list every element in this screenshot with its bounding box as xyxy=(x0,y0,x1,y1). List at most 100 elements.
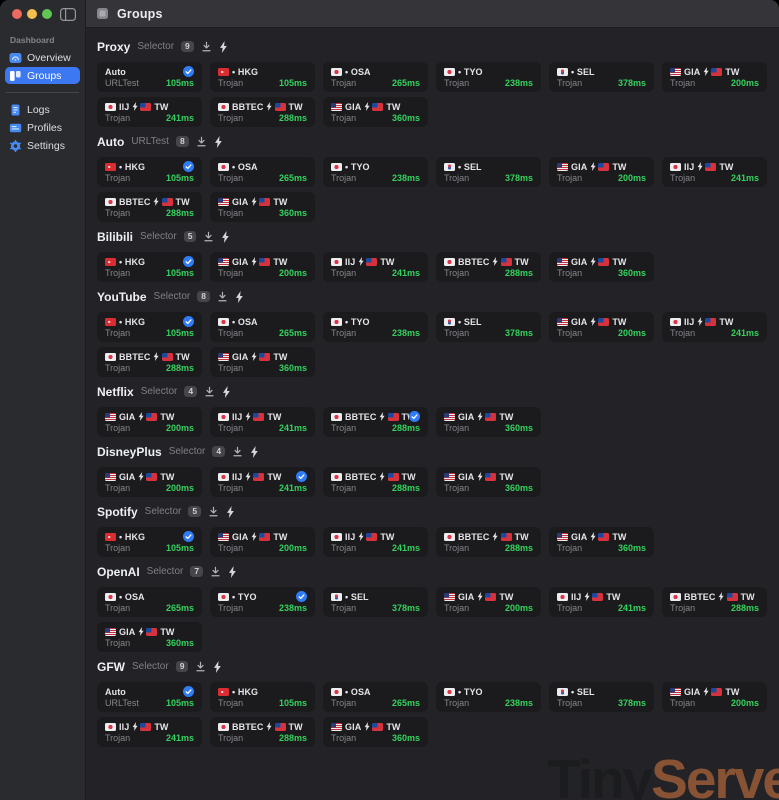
proxy-card[interactable]: GIATWTrojan360ms xyxy=(549,527,654,557)
proxy-card[interactable]: GIATWTrojan360ms xyxy=(549,252,654,282)
speed-test-button[interactable] xyxy=(213,661,222,673)
proxy-card[interactable]: GIATWTrojan360ms xyxy=(323,717,428,747)
proxy-card[interactable]: • SELTrojan378ms xyxy=(549,62,654,92)
proxy-card[interactable]: GIATWTrojan200ms xyxy=(436,587,541,617)
proxy-latency: 238ms xyxy=(505,78,533,88)
latency-test-button[interactable] xyxy=(217,291,228,302)
proxy-card[interactable]: GIATWTrojan360ms xyxy=(97,622,202,652)
proxy-card[interactable]: GIATWTrojan200ms xyxy=(97,407,202,437)
sidebar-item-profiles[interactable]: Profiles xyxy=(5,119,80,136)
proxy-card[interactable]: GIATWTrojan200ms xyxy=(210,527,315,557)
proxy-card[interactable]: • TYOTrojan238ms xyxy=(323,312,428,342)
proxy-card[interactable]: GIATWTrojan200ms xyxy=(662,62,767,92)
latency-test-button[interactable] xyxy=(210,566,221,577)
proxy-card[interactable]: • OSATrojan265ms xyxy=(323,62,428,92)
proxy-card[interactable]: BBTECTWTrojan288ms xyxy=(436,527,541,557)
latency-test-button[interactable] xyxy=(208,506,219,517)
flag-jp-icon xyxy=(331,688,342,696)
proxy-card[interactable]: IIJTWTrojan241ms xyxy=(662,157,767,187)
proxy-card[interactable]: • OSATrojan265ms xyxy=(97,587,202,617)
proxy-card[interactable]: • OSATrojan265ms xyxy=(323,682,428,712)
latency-test-button[interactable] xyxy=(203,231,214,242)
proxy-card[interactable]: GIATWTrojan360ms xyxy=(436,467,541,497)
proxy-card[interactable]: IIJTWTrojan241ms xyxy=(210,467,315,497)
proxy-name: GIATW xyxy=(557,162,627,172)
proxy-card[interactable]: GIATWTrojan200ms xyxy=(662,682,767,712)
proxy-card[interactable]: GIATWTrojan200ms xyxy=(210,252,315,282)
proxy-card[interactable]: IIJTWTrojan241ms xyxy=(323,527,428,557)
proxy-card[interactable]: • TYOTrojan238ms xyxy=(323,157,428,187)
latency-test-button[interactable] xyxy=(204,386,215,397)
flag-tw-icon xyxy=(711,688,722,696)
minimize-button[interactable] xyxy=(27,9,37,19)
proxy-card[interactable]: IIJTWTrojan241ms xyxy=(97,97,202,127)
proxy-name: GIATW xyxy=(444,472,514,482)
speed-test-button[interactable] xyxy=(250,446,259,458)
proxy-card[interactable]: • HKGTrojan105ms xyxy=(97,527,202,557)
sidebar-item-overview[interactable]: Overview xyxy=(5,49,80,66)
proxy-card[interactable]: GIATWTrojan360ms xyxy=(210,347,315,377)
proxy-card[interactable]: BBTECTWTrojan288ms xyxy=(662,587,767,617)
speed-test-button[interactable] xyxy=(226,506,235,518)
proxy-card[interactable]: • SELTrojan378ms xyxy=(549,682,654,712)
proxy-card[interactable]: • SELTrojan378ms xyxy=(436,157,541,187)
proxy-card[interactable]: • HKGTrojan105ms xyxy=(210,682,315,712)
proxy-card[interactable]: AutoURLTest105ms xyxy=(97,62,202,92)
close-button[interactable] xyxy=(12,9,22,19)
profiles-icon xyxy=(9,122,22,134)
speed-test-button[interactable] xyxy=(214,136,223,148)
proxy-card[interactable]: • TYOTrojan238ms xyxy=(436,62,541,92)
proxy-card[interactable]: • TYOTrojan238ms xyxy=(436,682,541,712)
proxy-card[interactable]: • HKGTrojan105ms xyxy=(97,157,202,187)
proxy-card[interactable]: GIATWTrojan200ms xyxy=(97,467,202,497)
proxy-card[interactable]: • TYOTrojan238ms xyxy=(210,587,315,617)
flag-tw-icon xyxy=(598,163,609,171)
proxy-protocol: Trojan xyxy=(331,423,356,433)
group-type: Selector xyxy=(169,446,206,457)
proxy-card[interactable]: • SELTrojan378ms xyxy=(436,312,541,342)
proxy-card[interactable]: BBTECTWTrojan288ms xyxy=(210,717,315,747)
proxy-card[interactable]: BBTECTWTrojan288ms xyxy=(97,192,202,222)
sidebar-item-groups[interactable]: Groups xyxy=(5,67,80,84)
proxy-card[interactable]: • HKGTrojan105ms xyxy=(210,62,315,92)
latency-test-button[interactable] xyxy=(196,136,207,147)
proxy-card[interactable]: • OSATrojan265ms xyxy=(210,312,315,342)
speed-test-button[interactable] xyxy=(228,566,237,578)
proxy-card[interactable]: IIJTWTrojan241ms xyxy=(210,407,315,437)
proxy-card[interactable]: • HKGTrojan105ms xyxy=(97,312,202,342)
proxy-card[interactable]: AutoURLTest105ms xyxy=(97,682,202,712)
sidebar-toggle-icon[interactable] xyxy=(60,8,76,21)
proxy-card[interactable]: BBTECTWTrojan288ms xyxy=(97,347,202,377)
sidebar-item-settings[interactable]: Settings xyxy=(5,137,80,154)
proxy-card[interactable]: BBTECTWTrojan288ms xyxy=(323,467,428,497)
proxy-card[interactable]: IIJTWTrojan241ms xyxy=(549,587,654,617)
flag-jp-icon xyxy=(218,473,229,481)
speed-test-button[interactable] xyxy=(235,291,244,303)
proxy-card[interactable]: GIATWTrojan360ms xyxy=(210,192,315,222)
proxy-card[interactable]: GIATWTrojan200ms xyxy=(549,157,654,187)
proxy-card[interactable]: IIJTWTrojan241ms xyxy=(97,717,202,747)
proxy-card[interactable]: GIATWTrojan200ms xyxy=(549,312,654,342)
proxy-latency: 241ms xyxy=(731,173,759,183)
proxy-card[interactable]: BBTECTWTrojan288ms xyxy=(323,407,428,437)
proxy-card[interactable]: • HKGTrojan105ms xyxy=(97,252,202,282)
proxy-card[interactable]: BBTECTWTrojan288ms xyxy=(436,252,541,282)
proxy-card[interactable]: IIJTWTrojan241ms xyxy=(662,312,767,342)
group-type: Selector xyxy=(145,506,182,517)
latency-test-button[interactable] xyxy=(232,446,243,457)
proxy-card[interactable]: BBTECTWTrojan288ms xyxy=(210,97,315,127)
latency-test-button[interactable] xyxy=(195,661,206,672)
latency-test-button[interactable] xyxy=(201,41,212,52)
proxy-card[interactable]: • SELTrojan378ms xyxy=(323,587,428,617)
speed-test-button[interactable] xyxy=(222,386,231,398)
speed-test-button[interactable] xyxy=(219,41,228,53)
zoom-button[interactable] xyxy=(42,9,52,19)
proxy-card[interactable]: • OSATrojan265ms xyxy=(210,157,315,187)
speed-test-button[interactable] xyxy=(221,231,230,243)
proxy-card[interactable]: IIJTWTrojan241ms xyxy=(323,252,428,282)
proxy-protocol: Trojan xyxy=(331,543,356,553)
proxy-card[interactable]: GIATWTrojan360ms xyxy=(436,407,541,437)
sidebar-item-logs[interactable]: Logs xyxy=(5,101,80,118)
flag-us-icon xyxy=(218,533,229,541)
proxy-card[interactable]: GIATWTrojan360ms xyxy=(323,97,428,127)
